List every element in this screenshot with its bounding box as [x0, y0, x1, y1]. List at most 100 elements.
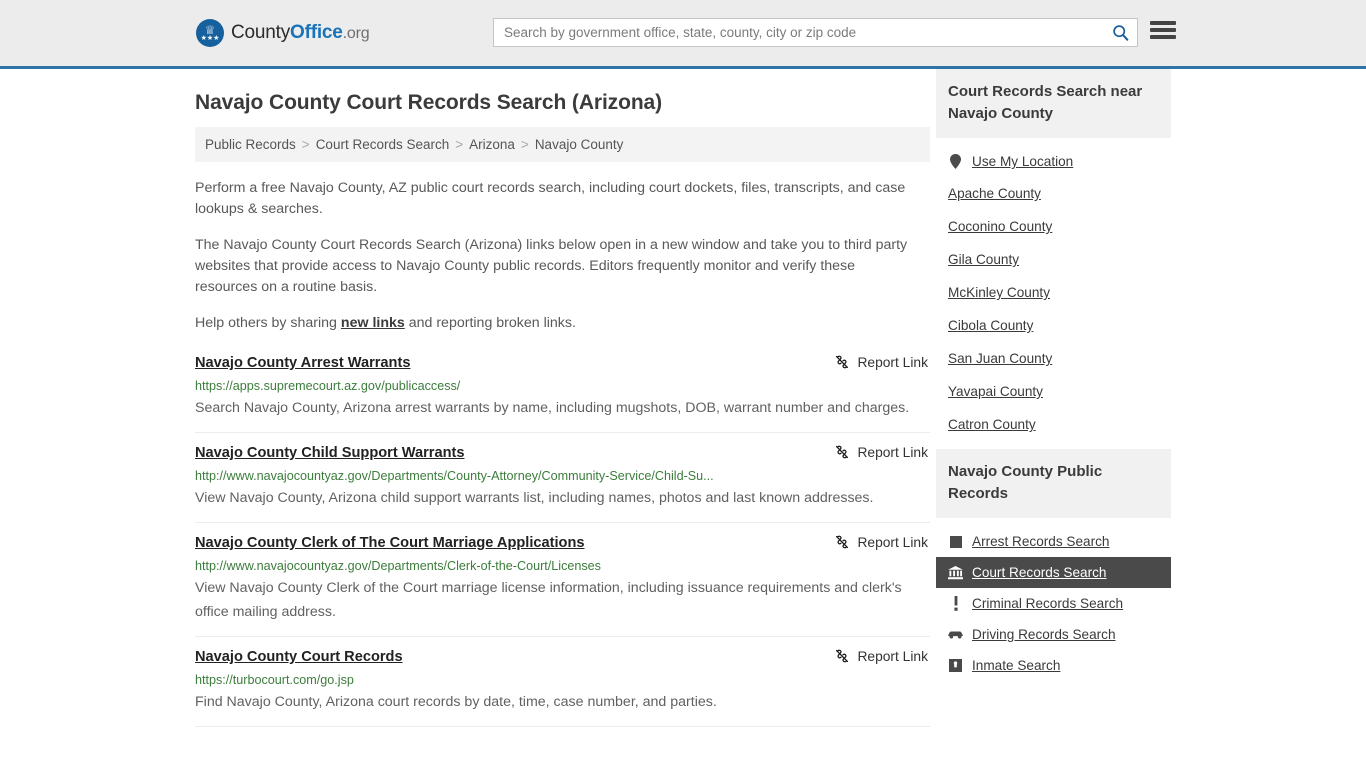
help-prefix: Help others by sharing: [195, 315, 341, 331]
nearby-county-label: McKinley County: [948, 285, 1050, 300]
public-records-heading: Navajo County Public Records: [936, 449, 1171, 518]
breadcrumb-item-arizona[interactable]: Arizona: [469, 137, 515, 152]
nearby-county-link[interactable]: Yavapai County: [936, 375, 1171, 408]
main-column: Navajo County Court Records Search (Ariz…: [195, 69, 930, 727]
report-link-label: Report Link: [857, 534, 928, 550]
result-description: View Navajo County, Arizona child suppor…: [195, 490, 874, 506]
stars-glyph: ★★★: [200, 35, 220, 42]
report-link-label: Report Link: [857, 444, 928, 460]
result-url: http://www.navajocountyaz.gov/Department…: [195, 469, 714, 483]
nearby-county-link[interactable]: Catron County: [936, 408, 1171, 441]
search-bar: [493, 18, 1138, 47]
site-logo[interactable]: ♕ ★★★ CountyOffice.org: [196, 19, 370, 47]
nearby-county-label: Coconino County: [948, 219, 1053, 234]
broken-link-icon: [836, 535, 849, 549]
result-title-link[interactable]: Navajo County Arrest Warrants: [195, 353, 410, 373]
search-icon: [1112, 25, 1128, 41]
intro-section: Perform a free Navajo County, AZ public …: [195, 178, 930, 334]
result-description: Find Navajo County, Arizona court record…: [195, 694, 717, 710]
public-records-item[interactable]: Arrest Records Search: [936, 526, 1171, 557]
search-input[interactable]: [494, 19, 1103, 46]
report-link-button[interactable]: Report Link: [834, 444, 930, 460]
jail-icon: [948, 658, 963, 673]
result-url: https://turbocourt.com/go.jsp: [195, 673, 354, 687]
intro-help-paragraph: Help others by sharing new links and rep…: [195, 313, 912, 334]
nearby-county-label: Yavapai County: [948, 384, 1043, 399]
fingerprint-icon: [948, 534, 963, 549]
use-my-location-item[interactable]: Use My Location: [936, 146, 1171, 177]
public-records-item-label: Court Records Search: [972, 565, 1107, 580]
breadcrumb-separator: >: [455, 137, 464, 152]
hamburger-bar: [1150, 28, 1176, 32]
sidebar: Court Records Search near Navajo County …: [936, 69, 1171, 727]
breadcrumb-item-public-records[interactable]: Public Records: [205, 137, 296, 152]
nearby-county-link[interactable]: San Juan County: [936, 342, 1171, 375]
result-item: Navajo County Arrest Warrants Report Link…: [195, 349, 930, 433]
report-link-button[interactable]: Report Link: [834, 648, 930, 664]
breadcrumb: Public Records > Court Records Search > Ariz…: [195, 127, 930, 162]
public-records-list: Arrest Records Search Court Records Searc…: [936, 518, 1171, 681]
page-title: Navajo County Court Records Search (Ariz…: [195, 91, 663, 114]
public-records-item[interactable]: Court Records Search: [936, 557, 1171, 588]
broken-link-icon: [836, 355, 849, 369]
car-icon: [948, 627, 963, 642]
hamburger-bar: [1150, 21, 1176, 25]
breadcrumb-separator: >: [520, 137, 529, 152]
report-link-label: Report Link: [857, 354, 928, 370]
nearby-county-link[interactable]: Apache County: [936, 177, 1171, 210]
report-link-button[interactable]: Report Link: [834, 354, 930, 370]
result-header: Navajo County Clerk of The Court Marriag…: [195, 533, 930, 553]
nearby-county-label: San Juan County: [948, 351, 1053, 366]
help-suffix: and reporting broken links.: [404, 315, 576, 331]
nearby-county-link[interactable]: Cibola County: [936, 309, 1171, 342]
breadcrumb-item-navajo-county[interactable]: Navajo County: [535, 137, 624, 152]
public-records-item-label: Inmate Search: [972, 658, 1061, 673]
result-header: Navajo County Court Records Report Link: [195, 647, 930, 667]
brand-text: CountyOffice.org: [231, 22, 370, 44]
nearby-county-link[interactable]: Coconino County: [936, 210, 1171, 243]
use-my-location-label: Use My Location: [972, 154, 1074, 169]
nearby-county-label: Cibola County: [948, 318, 1034, 333]
page-body: Navajo County Court Records Search (Ariz…: [0, 69, 1366, 727]
public-records-card: Navajo County Public Records Arrest Reco…: [936, 449, 1171, 681]
new-links-link[interactable]: new links: [341, 315, 405, 331]
brand-part-county: County: [231, 22, 291, 43]
header-inner: ♕ ★★★ CountyOffice.org: [0, 0, 1366, 69]
result-title-link[interactable]: Navajo County Child Support Warrants: [195, 443, 464, 463]
broken-link-icon: [836, 445, 849, 459]
map-pin-icon: [948, 154, 963, 169]
public-records-item-label: Driving Records Search: [972, 627, 1116, 642]
result-title-link[interactable]: Navajo County Clerk of The Court Marriag…: [195, 533, 585, 553]
results-list: Navajo County Arrest Warrants Report Link…: [195, 349, 930, 727]
public-records-item[interactable]: Driving Records Search: [936, 619, 1171, 650]
nearby-county-link[interactable]: McKinley County: [936, 276, 1171, 309]
breadcrumb-item-court-records-search[interactable]: Court Records Search: [316, 137, 450, 152]
courthouse-icon: [948, 565, 963, 580]
search-button[interactable]: [1103, 19, 1137, 46]
nearby-search-heading: Court Records Search near Navajo County: [936, 69, 1171, 138]
report-link-button[interactable]: Report Link: [834, 534, 930, 550]
result-title-link[interactable]: Navajo County Court Records: [195, 647, 403, 667]
nearby-county-label: Gila County: [948, 252, 1020, 267]
result-header: Navajo County Child Support Warrants Repo…: [195, 443, 930, 463]
public-records-item[interactable]: Inmate Search: [936, 650, 1171, 681]
result-item: Navajo County Child Support Warrants Repo…: [195, 433, 930, 523]
public-records-item[interactable]: Criminal Records Search: [936, 588, 1171, 619]
intro-paragraph-1: Perform a free Navajo County, AZ public …: [195, 180, 906, 217]
broken-link-icon: [836, 649, 849, 663]
brand-part-org: .org: [342, 25, 370, 42]
nearby-county-link[interactable]: Gila County: [936, 243, 1171, 276]
countyoffice-emblem-icon: ♕ ★★★: [196, 19, 224, 47]
brand-part-office: Office: [290, 22, 343, 43]
content-container: Navajo County Court Records Search (Ariz…: [195, 69, 1171, 727]
result-item: Navajo County Court Records Report Link ht…: [195, 637, 930, 727]
hamburger-bar: [1150, 35, 1176, 39]
exclamation-icon: [948, 596, 963, 611]
nearby-county-label: Catron County: [948, 417, 1036, 432]
hamburger-menu-icon[interactable]: [1150, 19, 1176, 41]
result-header: Navajo County Arrest Warrants Report Link: [195, 353, 930, 373]
result-description: View Navajo County Clerk of the Court ma…: [195, 580, 902, 620]
site-header: ♕ ★★★ CountyOffice.org: [0, 0, 1366, 69]
result-url: https://apps.supremecourt.az.gov/publica…: [195, 379, 461, 393]
nearby-list: Use My Location Apache County Coconino Co…: [936, 138, 1171, 441]
